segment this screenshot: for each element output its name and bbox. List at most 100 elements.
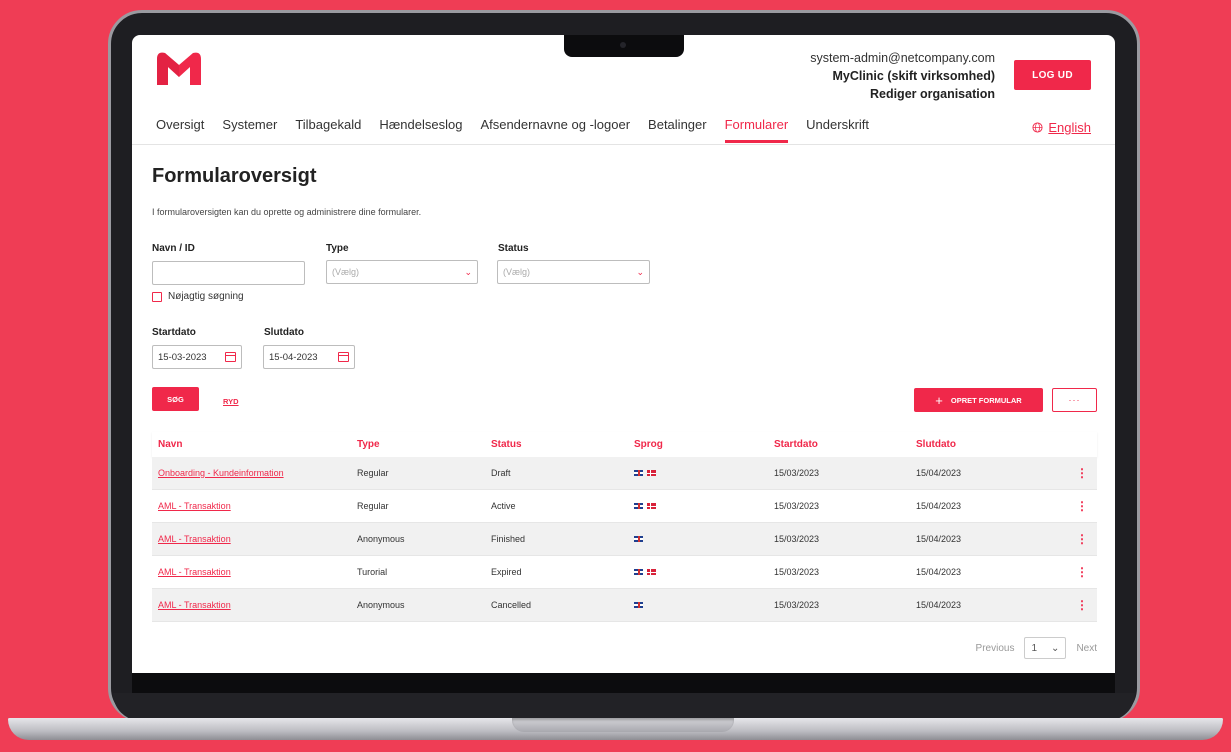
table-row: AML - Transaktion Anonymous Cancelled 15… <box>152 589 1097 622</box>
switch-organization-link[interactable]: MyClinic (skift virksomhed) <box>810 67 995 85</box>
table-header: Navn Type Status Sprog Startdato Slutdat… <box>152 432 1097 457</box>
table-row: AML - Transaktion Regular Active 15/03/2… <box>152 490 1097 523</box>
form-start-date: 15/03/2023 <box>774 468 820 478</box>
form-status: Cancelled <box>491 600 532 610</box>
uk-flag-icon <box>634 569 643 575</box>
status-filter-label: Status <box>498 243 529 254</box>
search-button[interactable]: SØG <box>152 387 199 411</box>
clear-button[interactable]: RYD <box>223 397 239 406</box>
form-languages <box>634 602 774 608</box>
calendar-icon[interactable] <box>225 352 236 362</box>
status-filter-select[interactable]: (Vælg) ⌄ <box>497 260 650 284</box>
brand-logo-icon[interactable] <box>154 49 204 87</box>
previous-page-button[interactable]: Previous <box>976 643 1015 654</box>
pagination: Previous 1 ⌄ Next <box>976 637 1097 659</box>
header-start-date[interactable]: Startdato <box>774 439 916 450</box>
row-menu-icon[interactable]: ⋮ <box>1066 598 1097 612</box>
type-filter-select[interactable]: (Vælg) ⌄ <box>326 260 478 284</box>
dk-flag-icon <box>647 569 656 575</box>
logout-button[interactable]: LOG UD <box>1014 60 1091 90</box>
form-languages <box>634 503 774 509</box>
tab-afsendernavne[interactable]: Afsendernavne og -logoer <box>480 117 630 143</box>
camera-notch <box>564 35 684 57</box>
name-filter-label: Navn / ID <box>152 243 195 254</box>
form-languages <box>634 470 774 476</box>
form-languages <box>634 569 774 575</box>
page-select[interactable]: 1 ⌄ <box>1024 637 1067 659</box>
form-name-link[interactable]: AML - Transaktion <box>152 501 357 511</box>
type-filter-label: Type <box>326 243 349 254</box>
header-type[interactable]: Type <box>357 439 491 450</box>
form-status: Expired <box>491 567 522 577</box>
page-title: Formularoversigt <box>152 165 317 187</box>
language-switch[interactable]: English <box>1032 120 1091 135</box>
uk-flag-icon <box>634 503 643 509</box>
screen: system-admin@netcompany.com MyClinic (sk… <box>132 35 1115 673</box>
header-end-date[interactable]: Slutdato <box>916 439 1066 450</box>
form-languages <box>634 536 774 542</box>
form-type: Anonymous <box>357 534 405 544</box>
main-nav: Oversigt Systemer Tilbagekald Hændelsesl… <box>156 117 887 143</box>
tab-formularer[interactable]: Formularer <box>724 117 789 143</box>
calendar-icon[interactable] <box>338 352 349 362</box>
row-menu-icon[interactable]: ⋮ <box>1066 466 1097 480</box>
screen-bezel <box>132 673 1115 693</box>
end-date-label: Slutdato <box>264 327 304 338</box>
form-start-date: 15/03/2023 <box>774 600 820 610</box>
form-end-date: 15/04/2023 <box>916 468 962 478</box>
laptop-base-notch <box>512 718 734 732</box>
form-name-link[interactable]: Onboarding - Kundeinformation <box>152 468 357 478</box>
form-type: Turorial <box>357 567 388 577</box>
start-date-label: Startdato <box>152 327 196 338</box>
account-email: system-admin@netcompany.com <box>810 51 995 65</box>
row-menu-icon[interactable]: ⋮ <box>1066 565 1097 579</box>
tab-tilbagekald[interactable]: Tilbagekald <box>295 117 361 143</box>
name-filter-input[interactable] <box>152 261 305 285</box>
table-row: AML - Transaktion Anonymous Finished 15/… <box>152 523 1097 556</box>
tab-systemer[interactable]: Systemer <box>222 117 277 143</box>
form-end-date: 15/04/2023 <box>916 567 962 577</box>
form-start-date: 15/03/2023 <box>774 534 820 544</box>
header-name[interactable]: Navn <box>152 439 357 450</box>
row-menu-icon[interactable]: ⋮ <box>1066 532 1097 546</box>
form-type: Anonymous <box>357 600 405 610</box>
chevron-down-icon: ⌄ <box>636 266 644 277</box>
form-name-link[interactable]: AML - Transaktion <box>152 600 357 610</box>
status-filter-value: (Vælg) <box>503 267 531 277</box>
end-date-input[interactable]: 15-04-2023 <box>263 345 355 369</box>
form-end-date: 15/04/2023 <box>916 534 962 544</box>
tab-oversigt[interactable]: Oversigt <box>156 117 204 143</box>
start-date-input[interactable]: 15-03-2023 <box>152 345 242 369</box>
form-status: Active <box>491 501 516 511</box>
tab-betalinger[interactable]: Betalinger <box>648 117 707 143</box>
laptop-chin <box>113 693 1135 721</box>
tab-underskrift[interactable]: Underskrift <box>806 117 869 143</box>
camera-icon <box>620 42 626 48</box>
create-form-button[interactable]: + OPRET FORMULAR <box>914 388 1043 412</box>
form-start-date: 15/03/2023 <box>774 501 820 511</box>
form-name-link[interactable]: AML - Transaktion <box>152 567 357 577</box>
type-filter-value: (Vælg) <box>332 267 360 277</box>
form-name-link[interactable]: AML - Transaktion <box>152 534 357 544</box>
header-language[interactable]: Sprog <box>634 439 774 450</box>
dk-flag-icon <box>647 503 656 509</box>
uk-flag-icon <box>634 536 643 542</box>
nav-divider <box>132 144 1115 145</box>
edit-organization-link[interactable]: Rediger organisation <box>810 85 995 103</box>
row-menu-icon[interactable]: ⋮ <box>1066 499 1097 513</box>
language-label: English <box>1048 120 1091 135</box>
account-info: system-admin@netcompany.com MyClinic (sk… <box>810 49 995 103</box>
form-type: Regular <box>357 468 389 478</box>
exact-search-checkbox[interactable] <box>152 292 162 302</box>
form-start-date: 15/03/2023 <box>774 567 820 577</box>
form-type: Regular <box>357 501 389 511</box>
next-page-button[interactable]: Next <box>1076 643 1097 654</box>
more-options-button[interactable]: ··· <box>1052 388 1097 412</box>
exact-search-label: Nøjagtig søgning <box>168 291 244 302</box>
forms-table: Navn Type Status Sprog Startdato Slutdat… <box>152 432 1097 622</box>
page-select-value: 1 <box>1031 642 1037 654</box>
tab-haendelseslog[interactable]: Hændelseslog <box>379 117 462 143</box>
chevron-down-icon: ⌄ <box>1051 642 1060 654</box>
header-status[interactable]: Status <box>491 439 634 450</box>
table-row: AML - Transaktion Turorial Expired 15/03… <box>152 556 1097 589</box>
